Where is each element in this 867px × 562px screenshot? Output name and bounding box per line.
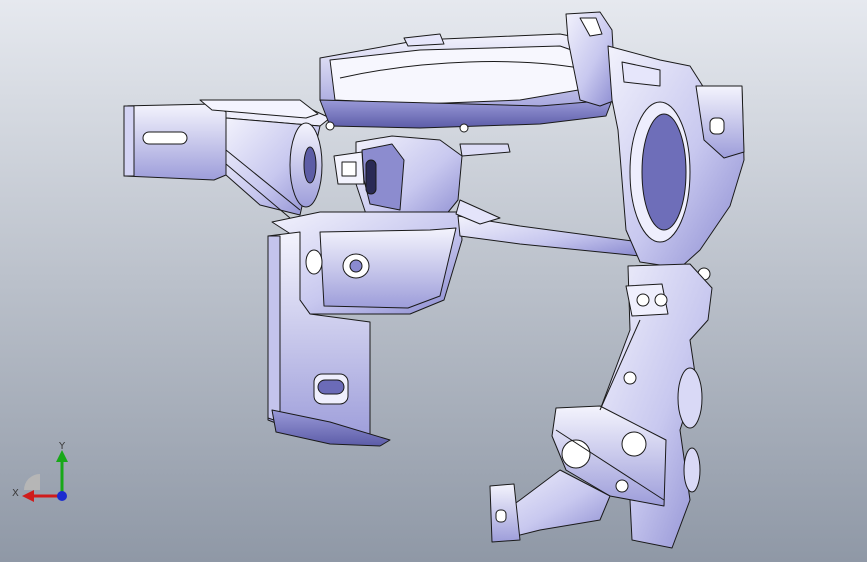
triad-origin-wedge — [24, 474, 40, 490]
cad-model-view[interactable] — [0, 0, 867, 562]
triad-z-axis — [57, 491, 67, 501]
fastener-center[interactable] — [459, 123, 469, 133]
fastener-top-left[interactable] — [325, 121, 335, 131]
left-boss[interactable] — [289, 122, 323, 208]
triad-x-arrowhead — [22, 490, 34, 502]
reference-triad: Y X — [12, 441, 68, 502]
graphics-viewport[interactable]: Y X — [0, 0, 867, 562]
triad-y-label: Y — [58, 441, 66, 452]
triad-x-label: X — [12, 488, 19, 499]
